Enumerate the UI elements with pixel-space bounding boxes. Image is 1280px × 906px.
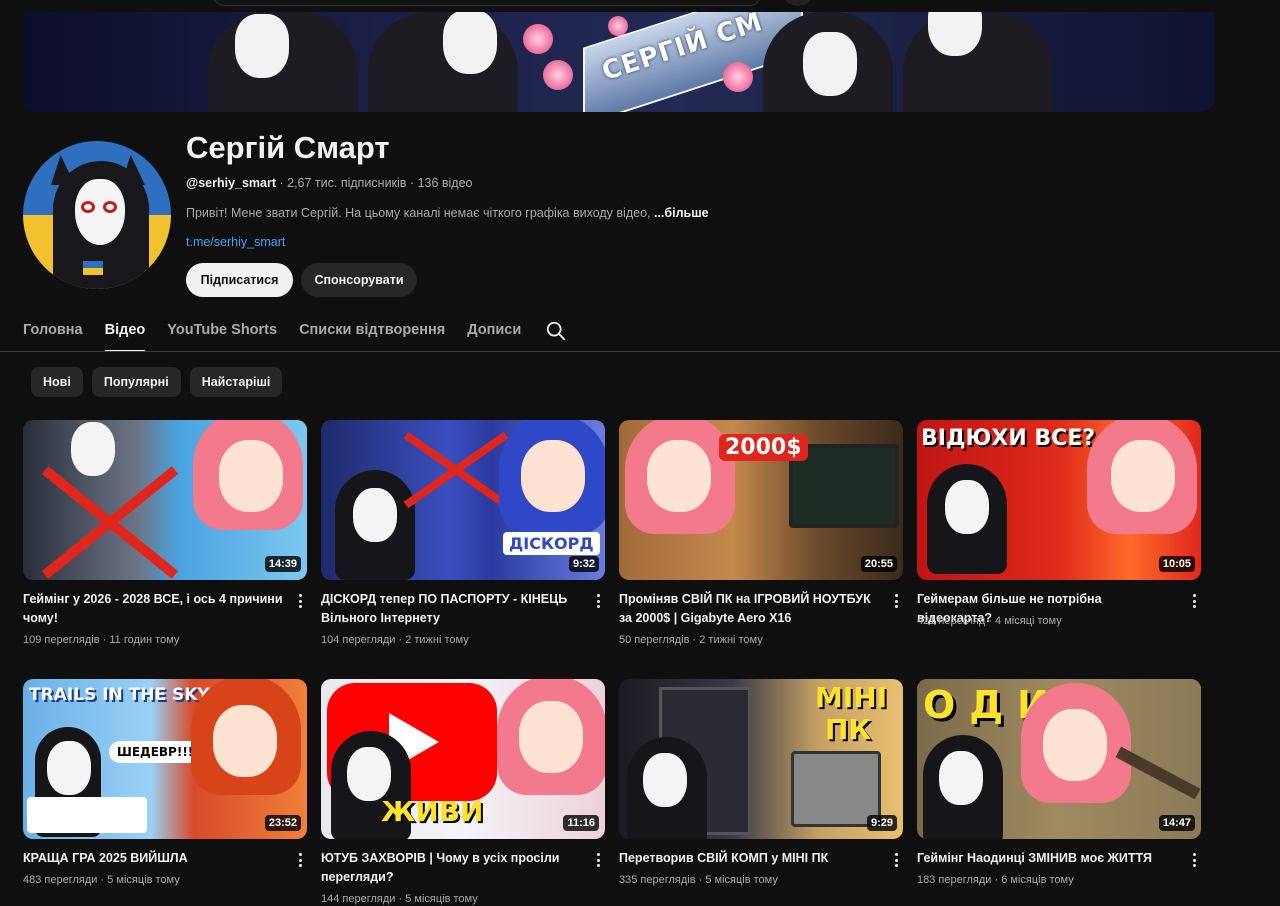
channel-handle: @serhiy_smart: [186, 176, 277, 190]
more-options-icon[interactable]: [889, 851, 903, 869]
video-duration: 11:16: [563, 815, 599, 831]
video-meta: 104 перегляди · 2 тижні тому: [321, 634, 469, 646]
more-options-icon[interactable]: [1187, 592, 1201, 610]
game-card: [27, 797, 147, 833]
channel-meta: @serhiy_smart · 2,67 тис. підписників · …: [186, 176, 473, 190]
description-text: Привіт! Мене звати Сергій. На цьому кана…: [186, 206, 654, 220]
video-meta: 50 переглядів · 2 тижні тому: [619, 634, 763, 646]
chip-oldest[interactable]: Найстаріші: [189, 367, 283, 397]
more-options-icon[interactable]: [591, 851, 605, 869]
search-icon[interactable]: [545, 320, 567, 342]
video-meta: 144 перегляди · 5 місяців тому: [321, 893, 478, 905]
video-duration: 14:39: [264, 556, 301, 572]
thumb-face: [213, 705, 277, 777]
video-title[interactable]: ДІСКОРД тепер ПО ПАСПОРТУ - КІНЕЦЬ Вільн…: [321, 590, 583, 628]
video-thumbnail[interactable]: TRAILS IN THE SKY 1st ШЕДЕВР!!! 23:52: [23, 679, 307, 839]
video-title[interactable]: Проміняв СВІЙ ПК на ІГРОВИЙ НОУТБУК за 2…: [619, 590, 881, 628]
video-duration: 10:05: [1158, 556, 1195, 572]
video-thumbnail[interactable]: ВІДЮХИ ВСЕ? 10:05: [917, 420, 1201, 580]
channel-link[interactable]: t.me/serhiy_smart: [186, 235, 285, 249]
more-options-icon[interactable]: [889, 592, 903, 610]
banner-mask: [443, 12, 497, 74]
more-link[interactable]: ...більше: [654, 206, 709, 220]
chip-popular[interactable]: Популярні: [91, 367, 181, 397]
flag-icon: [83, 261, 103, 275]
video-thumbnail[interactable]: 2000$ 20:55: [619, 420, 903, 580]
video-title[interactable]: ЮТУБ ЗАХВОРІВ | Чому в усіх просіли пере…: [321, 849, 583, 887]
subscribe-button[interactable]: Підписатися: [186, 263, 293, 297]
red-cross-icon: [41, 466, 179, 579]
video-title[interactable]: Геймінг у 2026 - 2028 ВСЕ, і ось 4 причи…: [23, 590, 285, 628]
avatar-eye: [103, 201, 117, 213]
video-thumbnail[interactable]: 14:39: [23, 420, 307, 580]
sakura-icon: [543, 60, 573, 90]
video-duration: 14:47: [1158, 815, 1195, 831]
video-meta: 483 перегляди · 5 місяців тому: [23, 874, 180, 886]
video-thumbnail[interactable]: МІНІ ПК 9:29: [619, 679, 903, 839]
thumbnail-text-2: ПК: [825, 713, 872, 746]
video-title[interactable]: Геймінг Наодинці ЗМІНИВ моє ЖИТТЯ: [917, 849, 1179, 868]
channel-avatar[interactable]: [23, 141, 171, 289]
tab-home[interactable]: Головна: [23, 314, 83, 352]
banner-mask: [803, 32, 857, 96]
video-title[interactable]: Перетворив СВІЙ КОМП у МІНІ ПК: [619, 849, 881, 868]
tab-shorts[interactable]: YouTube Shorts: [167, 314, 277, 352]
video-duration: 20:55: [860, 556, 897, 572]
speech-bubble: ШЕДЕВР!!!: [109, 741, 202, 763]
thumb-face: [647, 440, 711, 512]
video-meta: 109 переглядів · 11 годин тому: [23, 634, 180, 646]
channel-tabs: Головна Відео YouTube Shorts Списки відт…: [23, 314, 543, 352]
more-options-icon[interactable]: [293, 592, 307, 610]
video-thumbnail[interactable]: ДІСКОРД 9:32: [321, 420, 605, 580]
banner-mask: [235, 14, 289, 78]
red-cross-icon: [403, 431, 509, 509]
video-thumbnail[interactable]: ЖИВИ 11:16: [321, 679, 605, 839]
thumbnail-text: МІНІ: [815, 681, 888, 714]
channel-stats: · 2,67 тис. підписників · 136 відео: [276, 176, 473, 190]
video-duration: 23:52: [264, 815, 301, 831]
thumb-mask: [47, 741, 91, 795]
more-options-icon[interactable]: [293, 851, 307, 869]
sort-chips: Нові Популярні Найстаріші: [31, 367, 283, 397]
video-meta: 335 переглядів · 5 місяців тому: [619, 874, 778, 886]
thumbnail-text: 2000$: [719, 434, 808, 461]
thumb-face: [519, 701, 583, 773]
channel-banner: СЕРГІЙ СМ: [23, 12, 1215, 112]
tabs-divider: [0, 351, 1280, 352]
video-thumbnail[interactable]: ОДИН 14:47: [917, 679, 1201, 839]
voice-search-icon[interactable]: [784, 0, 812, 6]
channel-description[interactable]: Привіт! Мене звати Сергій. На цьому кана…: [186, 206, 709, 220]
tab-playlists[interactable]: Списки відтворення: [299, 314, 445, 352]
tab-posts[interactable]: Дописи: [467, 314, 521, 352]
thumb-face: [1111, 440, 1175, 512]
video-meta: 183 перегляди · 6 місяців тому: [917, 874, 1074, 886]
sakura-icon: [723, 62, 753, 92]
more-options-icon[interactable]: [591, 592, 605, 610]
thumbnail-text: ЖИВИ: [381, 795, 484, 828]
masthead-search-bar[interactable]: [212, 0, 762, 6]
thumb-mask: [945, 480, 989, 534]
sakura-icon: [523, 24, 553, 54]
thumb-face: [521, 440, 585, 512]
avatar-eye: [81, 201, 95, 213]
thumb-face: [1043, 709, 1107, 781]
thumbnail-text: ДІСКОРД: [503, 532, 600, 555]
thumb-mask: [643, 753, 687, 807]
video-title[interactable]: КРАЩА ГРА 2025 ВИЙШЛА: [23, 849, 285, 868]
video-duration: 9:29: [866, 815, 897, 831]
video-duration: 9:32: [568, 556, 599, 572]
thumb-face: [219, 440, 283, 512]
thumbnail-text: ВІДЮХИ ВСЕ?: [921, 426, 1096, 451]
tab-videos[interactable]: Відео: [104, 314, 145, 352]
sponsor-button[interactable]: Спонсорувати: [301, 263, 417, 297]
chip-newest[interactable]: Нові: [31, 367, 83, 397]
thumb-mask: [347, 747, 391, 801]
top-strip: [0, 0, 1280, 12]
thumb-mask: [939, 751, 983, 805]
thumb-mask: [353, 488, 397, 542]
channel-name: Сергій Смарт: [186, 130, 390, 165]
avatar-mask: [75, 179, 125, 245]
video-meta: 421 перегляд · 4 місяці тому: [917, 615, 1062, 627]
more-options-icon[interactable]: [1187, 851, 1201, 869]
